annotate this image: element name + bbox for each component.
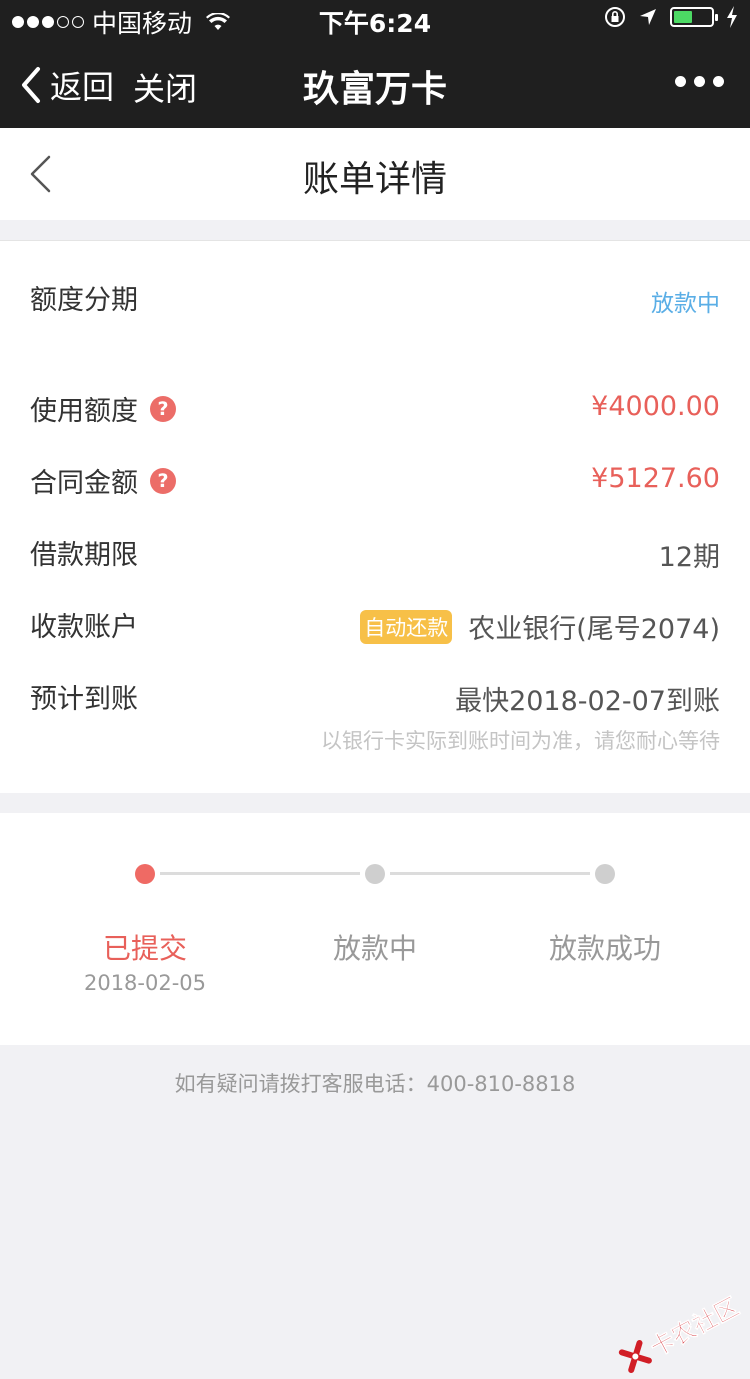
help-icon[interactable]: ? (150, 395, 176, 422)
battery-icon (670, 7, 718, 27)
location-arrow-icon (638, 7, 658, 27)
used-quota-value: ¥4000.00 (591, 391, 720, 422)
progress-line (160, 872, 360, 875)
contract-amount-value: ¥5127.60 (591, 463, 720, 494)
step-dot-success (595, 864, 615, 884)
expected-arrival-value: 最快2018-02-07到账 (455, 686, 720, 717)
step-label-disbursing: 放款中 (332, 932, 417, 965)
step-label-submitted: 已提交 (102, 932, 187, 965)
orientation-lock-icon (604, 6, 626, 28)
contract-amount-label: 合同金额 (30, 468, 138, 499)
arrival-hint: 以银行卡实际到账时间为准，请您耐心等待 (321, 729, 720, 753)
bill-detail-card: 使用额度 ? ¥4000.00 合同金额 ? ¥5127.60 借款期限 12期… (0, 353, 750, 793)
step-dot-disbursing (365, 864, 385, 884)
progress-line (390, 872, 590, 875)
charging-bolt-icon (726, 6, 738, 28)
more-options-icon[interactable] (675, 76, 724, 87)
receiving-account-label: 收款账户 (30, 612, 138, 643)
step-label-success: 放款成功 (548, 932, 661, 965)
receiving-account-row: 自动还款 农业银行(尾号2074) (360, 607, 720, 646)
page-title: 账单详情 (302, 159, 447, 200)
chevron-left-icon (22, 67, 40, 103)
step-dot-submitted (135, 864, 155, 884)
expected-arrival-label: 预计到账 (30, 684, 138, 715)
watermark-logo: 卡农社区 (615, 1287, 744, 1378)
bill-type-label: 额度分期 (30, 285, 138, 316)
step-date-submitted: 2018-02-05 (83, 971, 207, 995)
customer-service-note: 如有疑问请拨打客服电话：400-810-8818 (174, 1072, 576, 1096)
loan-term-value: 12期 (658, 542, 720, 573)
back-button[interactable]: 返回 (20, 62, 114, 108)
status-right (604, 6, 738, 28)
used-quota-row: 使用额度 ? (30, 389, 176, 428)
status-badge: 放款中 (651, 291, 720, 317)
loan-term-label: 借款期限 (30, 540, 138, 571)
back-label: 返回 (50, 68, 115, 106)
auto-repay-tag: 自动还款 (360, 610, 453, 644)
app-nav-bar: 返回 关闭 玖富万卡 (0, 40, 750, 128)
help-icon[interactable]: ? (150, 467, 176, 494)
battery-level (674, 11, 692, 23)
progress-card: 已提交 放款中 放款成功 2018-02-05 (0, 813, 750, 1045)
receiving-account-value: 农业银行(尾号2074) (468, 614, 720, 645)
page-header: 账单详情 (0, 128, 750, 220)
used-quota-label: 使用额度 (30, 396, 138, 427)
bill-summary-card: 额度分期 放款中 (0, 240, 750, 354)
contract-amount-row: 合同金额 ? (30, 461, 176, 500)
status-bar: 中国移动 下午6:24 (0, 0, 750, 40)
watermark-text: 卡农社区 (645, 1292, 744, 1363)
close-button[interactable]: 关闭 (133, 64, 197, 110)
